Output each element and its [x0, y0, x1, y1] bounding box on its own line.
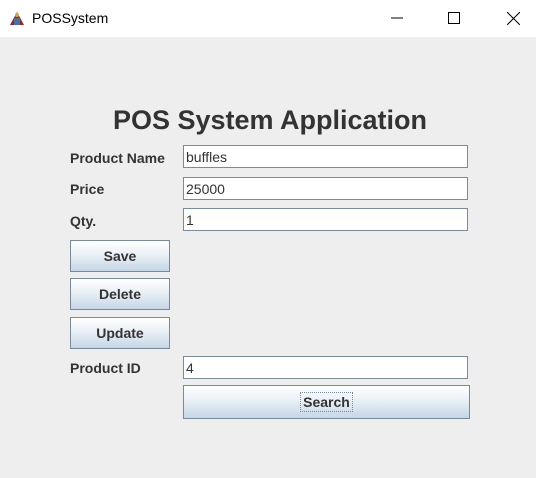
delete-button[interactable]: Delete	[70, 278, 170, 310]
price-field[interactable]	[183, 177, 468, 200]
update-button[interactable]: Update	[70, 317, 170, 349]
minimize-button[interactable]	[374, 0, 420, 37]
product-id-field[interactable]	[183, 356, 468, 379]
maximize-button[interactable]	[431, 0, 477, 37]
title-bar[interactable]: POSSystem	[0, 0, 536, 37]
close-icon	[507, 12, 520, 25]
page-title: POS System Application	[112, 105, 428, 135]
product-name-field[interactable]	[183, 145, 468, 168]
qty-field[interactable]	[183, 208, 468, 231]
java-app-icon	[8, 9, 26, 27]
close-button[interactable]	[490, 0, 536, 37]
search-button[interactable]: Search	[183, 385, 470, 419]
product-name-label: Product Name	[70, 150, 165, 166]
price-label: Price	[70, 181, 105, 197]
product-id-label: Product ID	[70, 360, 141, 376]
search-button-label: Search	[300, 392, 353, 412]
save-button[interactable]: Save	[70, 240, 170, 272]
qty-label: Qty.	[70, 213, 97, 229]
window-title: POSSystem	[32, 10, 109, 26]
maximize-icon	[448, 12, 460, 24]
minimize-icon	[391, 17, 403, 19]
